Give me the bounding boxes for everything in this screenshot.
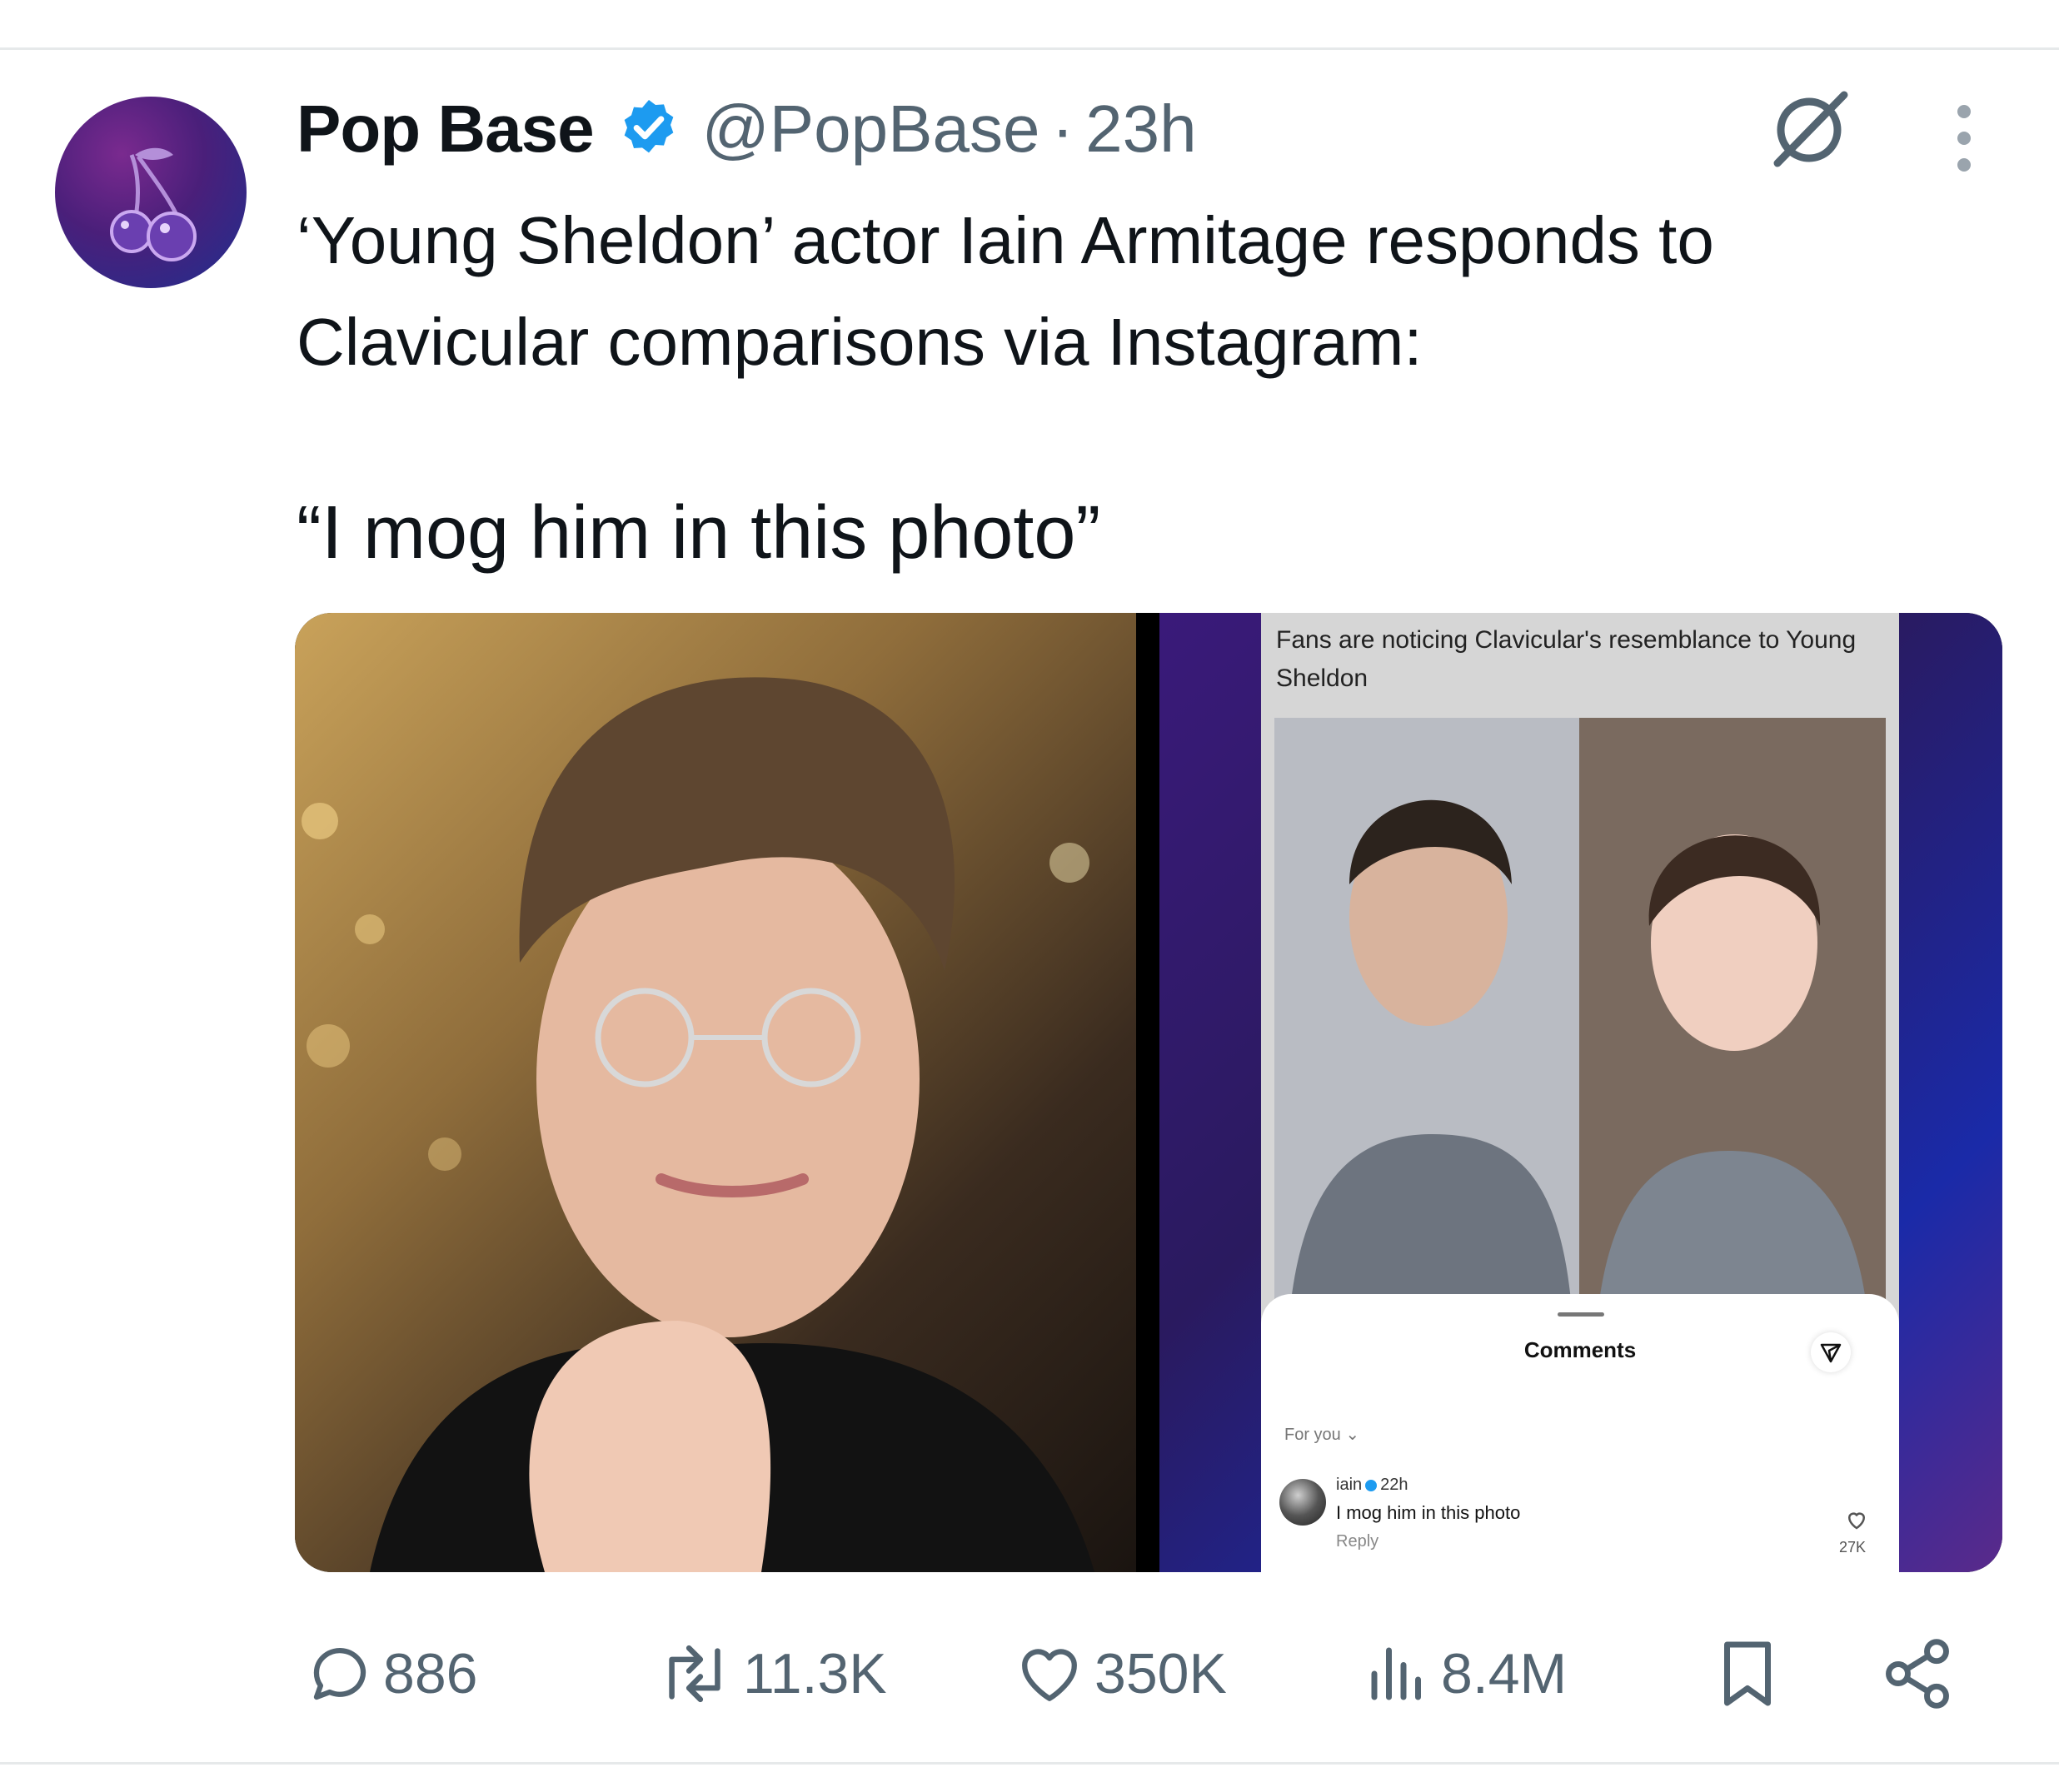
view-count: 8.4M — [1441, 1642, 1568, 1705]
tweet-body: ‘Young Sheldon’ actor Iain Armitage resp… — [297, 203, 1714, 379]
reply-icon — [313, 1648, 366, 1700]
comment-text: I mog him in this photo — [1336, 1502, 1521, 1523]
repost-count: 11.3K — [743, 1642, 887, 1705]
verified-badge-icon — [616, 96, 682, 162]
sheet-handle — [1558, 1312, 1604, 1317]
comment-heart-icon — [1844, 1507, 1869, 1532]
share-icon — [1886, 1639, 1949, 1709]
views-button[interactable]: 8.4M — [1363, 1628, 1567, 1720]
bookmark-icon — [1724, 1641, 1771, 1706]
comparison-photo — [1274, 718, 1886, 1301]
share-button[interactable] — [1879, 1628, 1956, 1720]
bottom-divider — [0, 1762, 2059, 1765]
author-name[interactable]: Pop Base — [297, 91, 595, 167]
tweet-quote: “I mog him in this photo” — [297, 491, 1101, 575]
reply-button[interactable]: 886 — [305, 1628, 477, 1720]
views-icon — [1371, 1647, 1421, 1700]
cherries-icon — [110, 147, 197, 261]
commenter-avatar — [1279, 1479, 1326, 1526]
heart-icon — [1022, 1649, 1077, 1701]
avatar[interactable] — [55, 97, 247, 288]
commenter-name: iain — [1336, 1476, 1363, 1494]
repost-button[interactable]: 11.3K — [655, 1628, 887, 1720]
commenter-verified-icon — [1365, 1479, 1378, 1491]
comment-reply: Reply — [1336, 1532, 1379, 1551]
photo-right[interactable]: Fans are noticing Clavicular's resemblan… — [1159, 613, 2002, 1572]
top-divider — [0, 47, 2059, 50]
reply-count: 886 — [383, 1642, 478, 1705]
separator-dot: · — [1051, 92, 1074, 166]
filter-label: For you ⌄ — [1284, 1426, 1360, 1444]
media-grid[interactable]: Fans are noticing Clavicular's resemblan… — [295, 613, 2002, 1572]
tweet-header: Pop Base @PopBase · 23h — [297, 83, 1197, 175]
instagram-screenshot: Fans are noticing Clavicular's resemblan… — [1261, 613, 1899, 1572]
more-options-icon[interactable] — [1946, 98, 1982, 178]
author-handle[interactable]: @PopBase — [702, 91, 1040, 167]
comments-title: Comments — [1523, 1337, 1637, 1362]
comment-likes: 27K — [1839, 1539, 1867, 1556]
timestamp[interactable]: 23h — [1085, 91, 1196, 167]
action-bar: 886 11.3K 350K 8.4M — [297, 1628, 2012, 1720]
bookmark-button[interactable] — [1713, 1628, 1782, 1720]
tweet-text: ‘Young Sheldon’ actor Iain Armitage resp… — [297, 190, 2012, 393]
send-icon — [1811, 1332, 1851, 1372]
repost-icon — [669, 1645, 720, 1703]
like-count: 350K — [1094, 1642, 1227, 1705]
commenter-meta: iain 22h — [1336, 1476, 1408, 1495]
comment-time: 22h — [1380, 1476, 1408, 1494]
grok-icon[interactable] — [1762, 83, 1856, 177]
comments-sheet: Comments For you ⌄ iain 22h I mog him in … — [1261, 1294, 1899, 1572]
photo-left[interactable] — [295, 613, 1136, 1572]
like-button[interactable]: 350K — [1013, 1628, 1227, 1720]
screenshot-caption: Fans are noticing Clavicular's resemblan… — [1276, 626, 1857, 692]
